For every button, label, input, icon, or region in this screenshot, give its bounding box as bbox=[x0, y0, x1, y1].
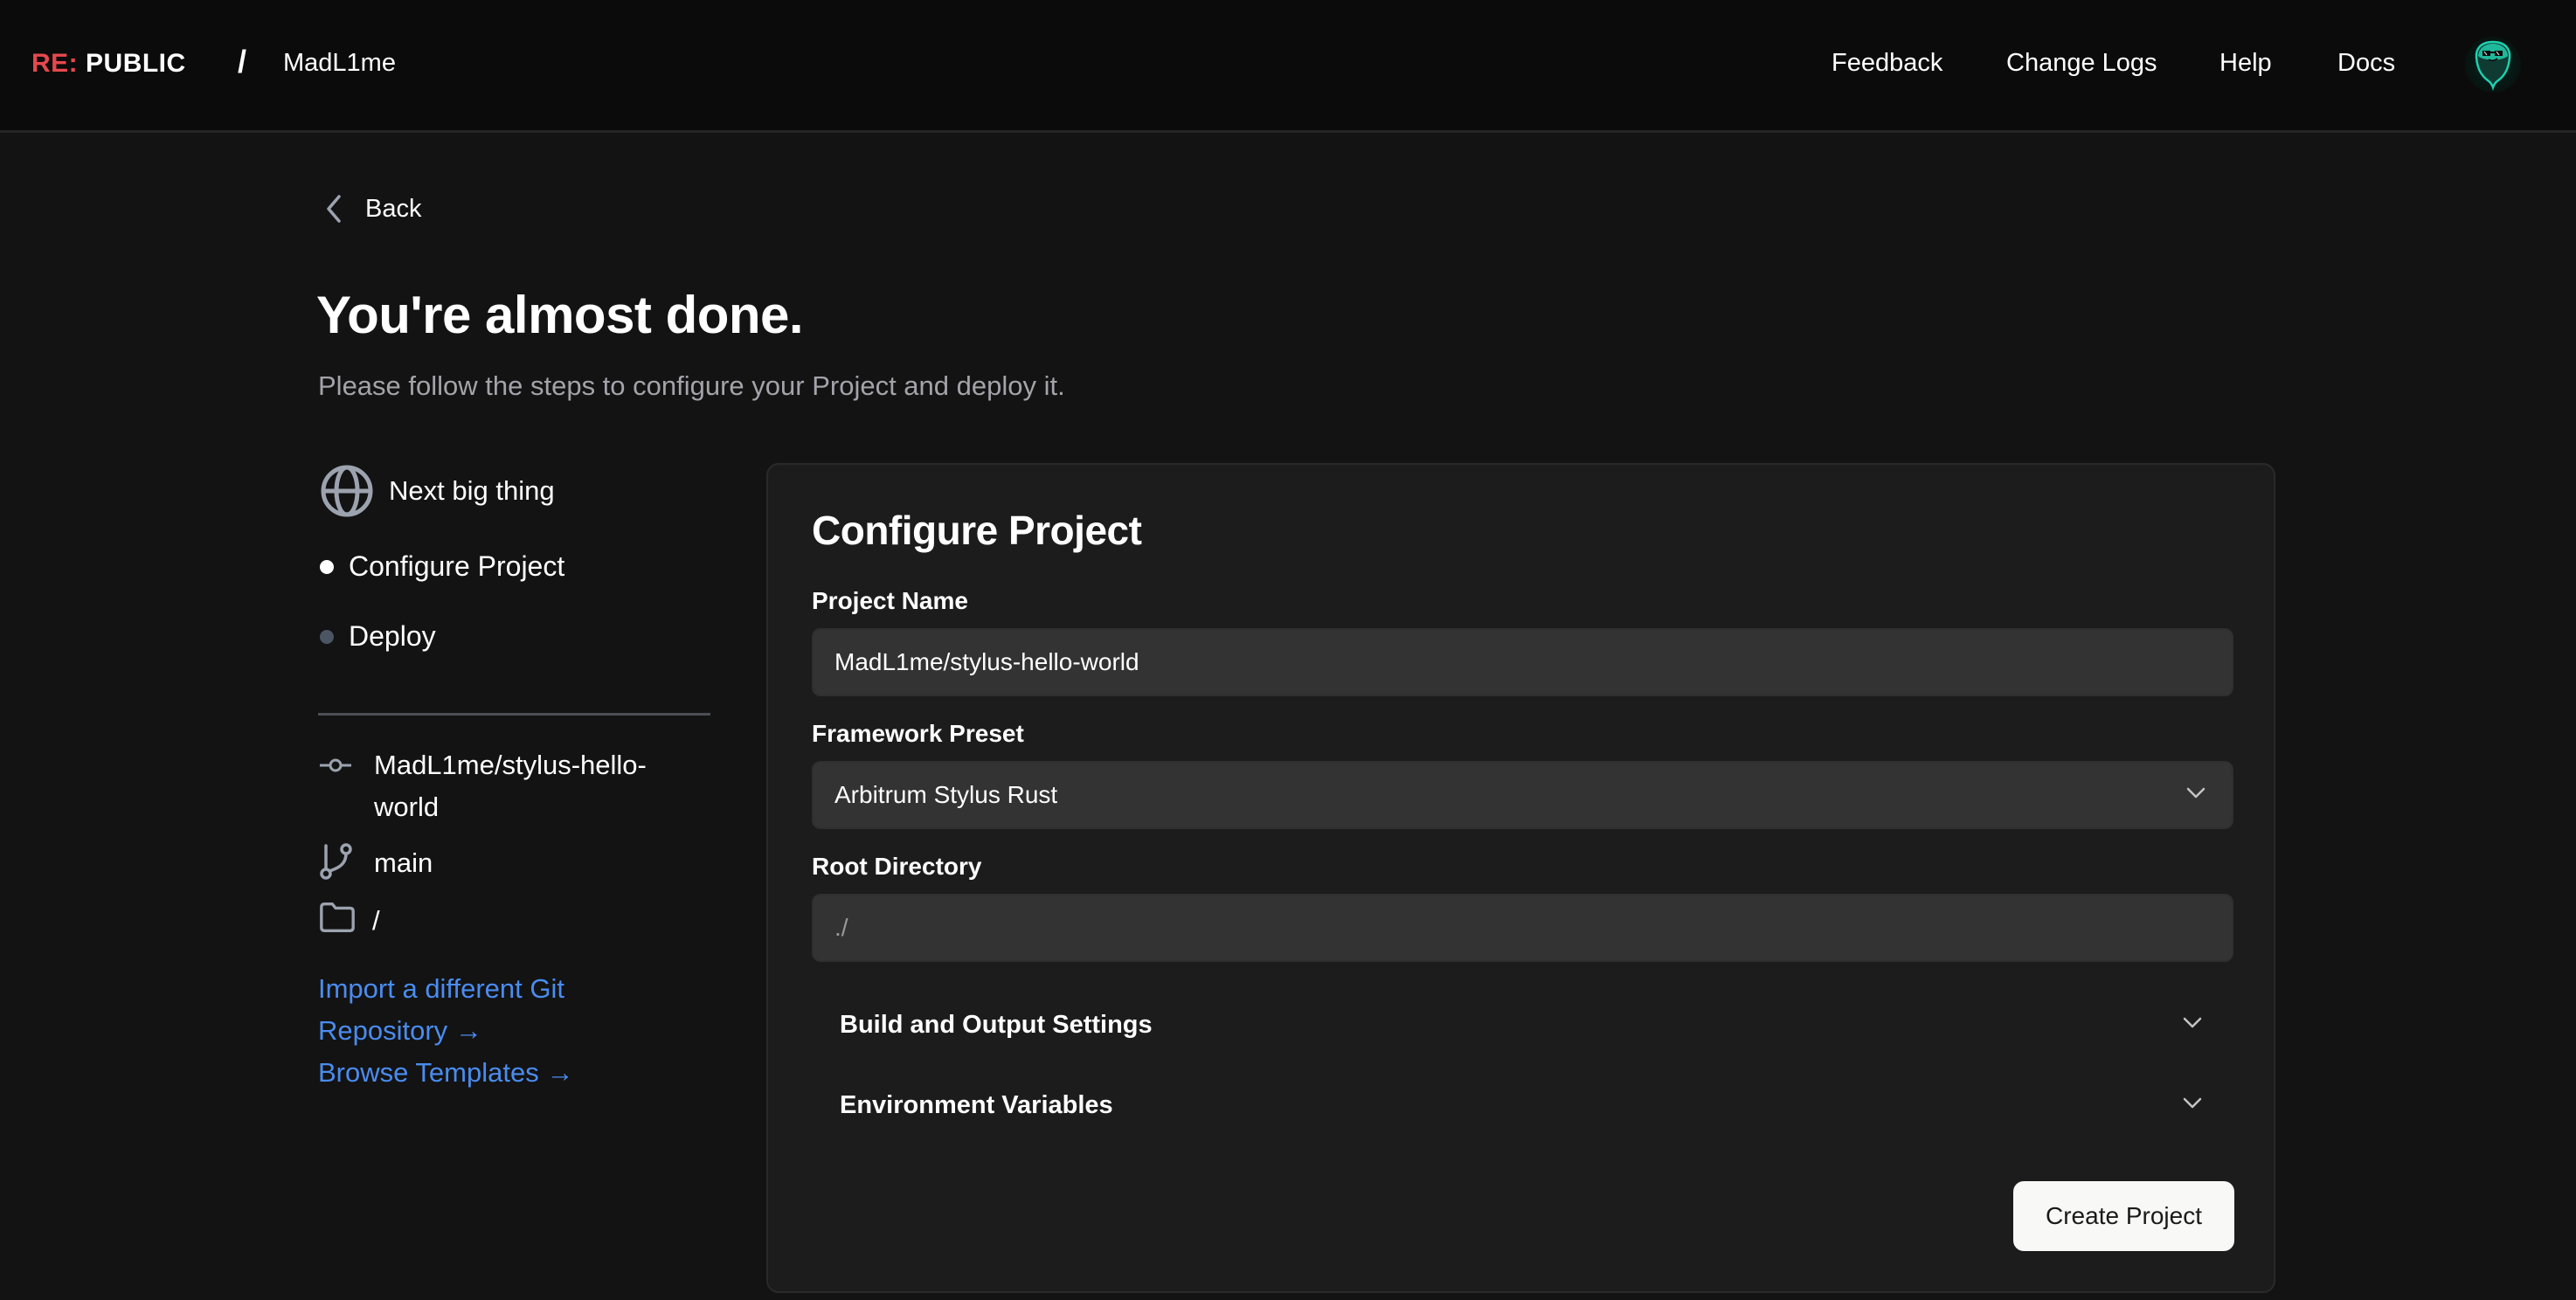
root-directory-input[interactable] bbox=[812, 894, 2233, 962]
globe-icon bbox=[321, 465, 373, 517]
nav-feedback[interactable]: Feedback bbox=[1832, 49, 1942, 78]
directory-path: / bbox=[372, 905, 380, 936]
folder-icon bbox=[320, 902, 355, 932]
nav-change-logs[interactable]: Change Logs bbox=[2006, 49, 2157, 78]
step-pending-dot bbox=[320, 629, 334, 644]
commit-icon bbox=[320, 758, 351, 772]
branch-name: main bbox=[374, 847, 433, 878]
breadcrumb-user[interactable]: MadL1me bbox=[283, 49, 396, 78]
logo-prefix: RE: bbox=[31, 49, 79, 78]
page-subtitle: Please follow the steps to configure you… bbox=[318, 370, 1065, 401]
branch-info: main bbox=[318, 842, 689, 884]
project-name-label: Next big thing bbox=[389, 475, 555, 506]
repo-name: MadL1me/stylus-hello-world bbox=[374, 750, 647, 822]
git-branch-icon bbox=[320, 843, 352, 880]
step-active-dot bbox=[320, 559, 334, 574]
configure-project-card: Configure Project Project Name Framework… bbox=[766, 463, 2275, 1293]
back-label: Back bbox=[365, 194, 422, 223]
import-different-repo-link[interactable]: Import a different Git Repository → bbox=[318, 968, 668, 1052]
repo-info: MadL1me/stylus-hello-world bbox=[318, 744, 671, 828]
framework-preset-label: Framework Preset bbox=[812, 720, 1024, 747]
logo-suffix: PUBLIC bbox=[86, 49, 186, 78]
framework-preset-select[interactable]: Arbitrum Stylus Rust bbox=[812, 761, 2233, 829]
back-button[interactable]: Back bbox=[325, 194, 421, 224]
step-deploy: Deploy bbox=[320, 620, 436, 653]
browse-templates-link[interactable]: Browse Templates → bbox=[318, 1052, 668, 1094]
directory-info: / bbox=[318, 900, 687, 942]
nav-help[interactable]: Help bbox=[2219, 49, 2272, 78]
framework-selected-value: Arbitrum Stylus Rust bbox=[834, 781, 1058, 808]
accordion-environment-variables[interactable]: Environment Variables bbox=[812, 1075, 2233, 1136]
chevron-down-icon bbox=[2186, 787, 2206, 799]
user-avatar[interactable] bbox=[2465, 37, 2521, 93]
project-header: Next big thing bbox=[320, 464, 555, 518]
sidebar-divider bbox=[318, 713, 710, 716]
chevron-down-icon bbox=[2183, 1097, 2202, 1109]
project-name-label: Project Name bbox=[812, 587, 968, 614]
chevron-down-icon bbox=[2183, 1017, 2202, 1028]
accordion-label: Environment Variables bbox=[840, 1090, 1113, 1119]
root-directory-label: Root Directory bbox=[812, 853, 982, 880]
step-label: Deploy bbox=[349, 620, 436, 652]
card-title: Configure Project bbox=[812, 508, 1142, 553]
ghost-avatar-icon bbox=[2475, 40, 2511, 91]
step-label: Configure Project bbox=[349, 550, 565, 582]
logo[interactable]: RE: PUBLIC bbox=[31, 49, 186, 79]
step-configure-project: Configure Project bbox=[320, 550, 564, 583]
nav-docs[interactable]: Docs bbox=[2337, 49, 2395, 78]
breadcrumb-separator: / bbox=[238, 44, 247, 80]
page-title: You're almost done. bbox=[316, 286, 804, 344]
project-name-input[interactable] bbox=[812, 628, 2233, 696]
accordion-label: Build and Output Settings bbox=[840, 1010, 1153, 1039]
accordion-build-output-settings[interactable]: Build and Output Settings bbox=[812, 994, 2233, 1055]
chevron-left-icon bbox=[327, 195, 341, 223]
create-project-button[interactable]: Create Project bbox=[2013, 1181, 2234, 1251]
top-nav-bar: RE: PUBLIC / MadL1me Feedback Change Log… bbox=[0, 0, 2576, 133]
